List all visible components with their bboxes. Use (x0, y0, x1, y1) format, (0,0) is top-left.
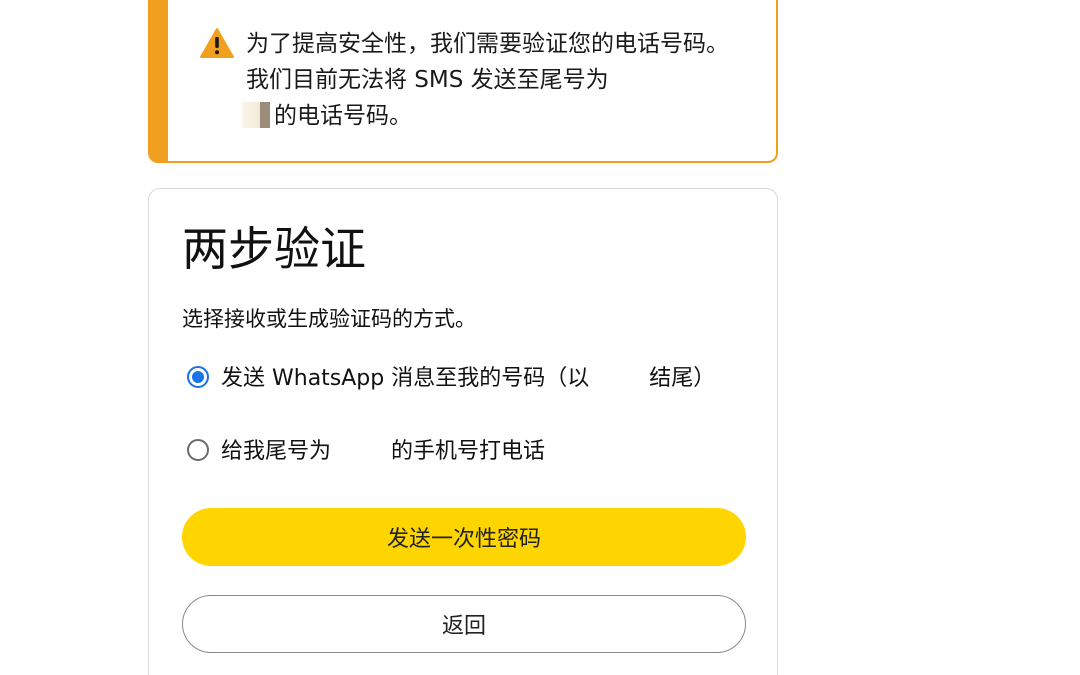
page: 为了提高安全性，我们需要验证您的电话号码。我们目前无法将 SMS 发送至尾号为 … (0, 0, 1080, 675)
option-phone-call-label-after: 的手机号打电话 (391, 439, 546, 464)
page-title: 两步验证 (182, 222, 366, 276)
alert-text-after: 的电话号码。 (274, 103, 412, 129)
send-otp-button[interactable]: 发送一次性密码 (182, 508, 746, 566)
radio-whatsapp[interactable] (187, 366, 209, 388)
card-subtitle: 选择接收或生成验证码的方式。 (182, 307, 476, 331)
option-whatsapp[interactable]: 发送 WhatsApp 消息至我的号码（以 结尾） (187, 361, 731, 397)
option-whatsapp-label-after: 结尾） (649, 366, 716, 391)
option-whatsapp-label-before: 发送 WhatsApp 消息至我的号码（以 (221, 366, 590, 391)
alert-message: 为了提高安全性，我们需要验证您的电话号码。我们目前无法将 SMS 发送至尾号为 … (242, 26, 746, 134)
option-phone-call-label[interactable]: 给我尾号为 的手机号打电话 (221, 434, 731, 470)
redacted-phone-digits (242, 102, 270, 128)
warning-icon (200, 28, 234, 58)
option-phone-call[interactable]: 给我尾号为 的手机号打电话 (187, 434, 731, 470)
back-button[interactable]: 返回 (182, 595, 746, 653)
radio-phone-call[interactable] (187, 439, 209, 461)
two-step-verification-card: 两步验证 选择接收或生成验证码的方式。 发送 WhatsApp 消息至我的号码（… (148, 188, 778, 675)
option-phone-call-label-before: 给我尾号为 (221, 439, 332, 464)
option-whatsapp-label[interactable]: 发送 WhatsApp 消息至我的号码（以 结尾） (221, 361, 731, 397)
alert-text-before: 为了提高安全性，我们需要验证您的电话号码。我们目前无法将 SMS 发送至尾号为 (246, 31, 729, 93)
security-alert: 为了提高安全性，我们需要验证您的电话号码。我们目前无法将 SMS 发送至尾号为 … (148, 0, 778, 163)
